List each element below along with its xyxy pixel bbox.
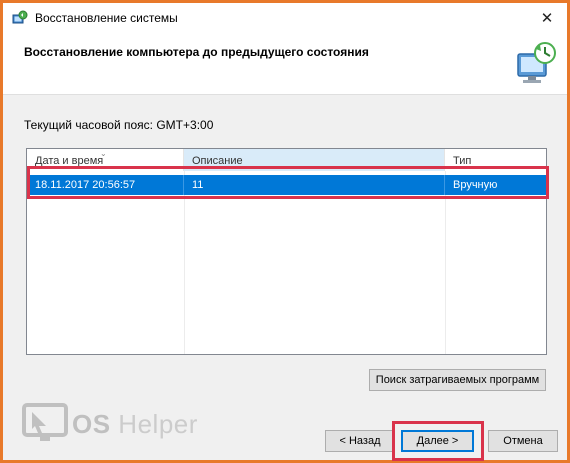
watermark-text: OS Helper	[72, 408, 198, 439]
restore-window: Восстановление системы ✕ Восстановление …	[0, 0, 570, 463]
restore-points-table[interactable]: ⌄ Дата и время Описание Тип 18.11.2017 2…	[26, 148, 547, 355]
column-header-date[interactable]: ⌄ Дата и время	[27, 149, 184, 171]
timezone-label: Текущий часовой пояс: GMT+3:00	[24, 118, 214, 132]
system-restore-icon	[517, 42, 556, 83]
table-row[interactable]: 18.11.2017 20:56:57 11 Вручную	[27, 175, 546, 195]
cell-description: 11	[184, 175, 445, 195]
close-icon: ✕	[540, 10, 554, 27]
next-button[interactable]: Далее >	[401, 430, 474, 452]
system-restore-icon	[12, 10, 28, 24]
scan-affected-programs-button[interactable]: Поиск затрагиваемых программ	[369, 369, 546, 391]
cancel-button[interactable]: Отмена	[488, 430, 558, 452]
column-header-type[interactable]: Тип	[445, 149, 546, 171]
title-bar: Восстановление системы ✕	[3, 3, 567, 33]
column-divider	[184, 171, 185, 354]
cell-type: Вручную	[453, 179, 498, 191]
column-header-description[interactable]: Описание	[184, 149, 445, 171]
sort-indicator-icon: ⌄	[100, 149, 107, 158]
close-button[interactable]: ✕	[533, 6, 561, 30]
window-title: Восстановление системы	[35, 11, 178, 25]
column-divider	[445, 171, 446, 354]
back-button[interactable]: < Назад	[325, 430, 395, 452]
monitor-cursor-icon	[22, 403, 68, 441]
wizard-header: Восстановление компьютера до предыдущего…	[3, 33, 567, 95]
table-header: ⌄ Дата и время Описание Тип	[27, 149, 546, 171]
page-title: Восстановление компьютера до предыдущего…	[24, 45, 369, 59]
watermark-logo: OS Helper	[22, 403, 198, 445]
cell-date: 18.11.2017 20:56:57	[27, 175, 184, 195]
